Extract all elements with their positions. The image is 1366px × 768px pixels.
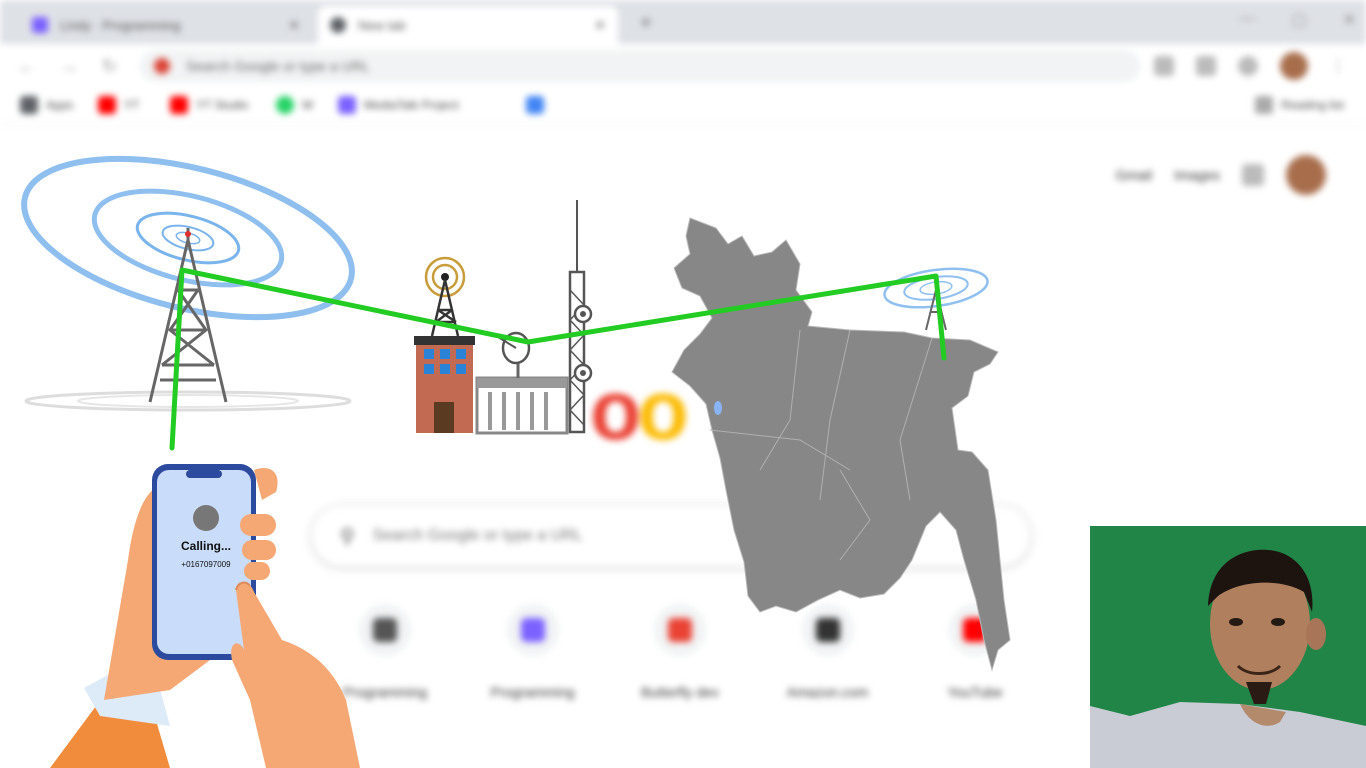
bangladesh-map xyxy=(671,217,1011,672)
phone-status-text: Calling... xyxy=(181,539,231,553)
presenter-video xyxy=(1090,526,1366,768)
phone-number-text: +0167097009 xyxy=(181,560,231,569)
antenna-mast-icon xyxy=(568,200,593,434)
satellite-dish-building-icon xyxy=(475,331,569,435)
office-building-icon xyxy=(414,256,475,433)
webcam-overlay xyxy=(1090,526,1366,768)
hand-holding-phone-icon: Calling... +0167097009 xyxy=(50,464,360,768)
